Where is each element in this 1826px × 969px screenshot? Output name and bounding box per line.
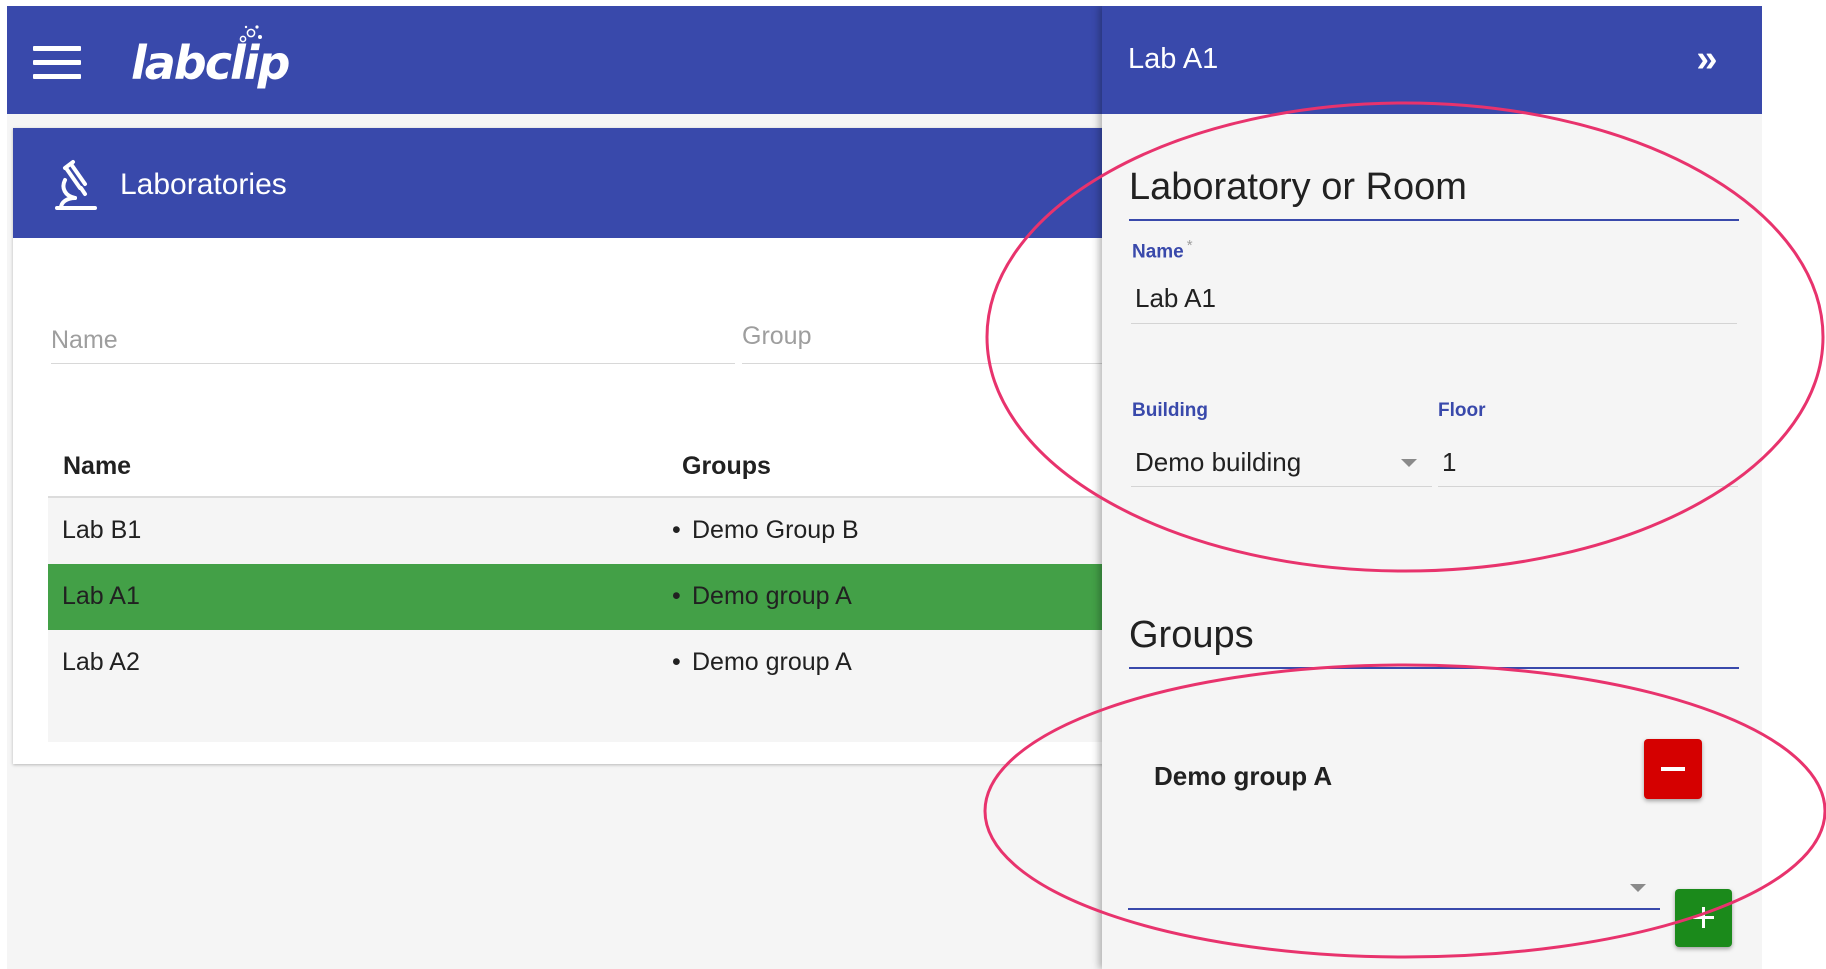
row-group: Demo Group B (672, 516, 859, 545)
app-window: labclip Laboratories Name Group Name Gro… (7, 6, 1762, 969)
group-item-name: Demo group A (1154, 761, 1333, 791)
required-mark: * (1186, 237, 1193, 254)
panel-header: Lab A1 » (1102, 6, 1762, 114)
group-filter[interactable] (742, 306, 1142, 364)
laboratories-card: Laboratories Name Groups Lab B1 Demo Gro… (13, 128, 1159, 764)
column-header-groups[interactable]: Groups (682, 452, 771, 481)
table-row-selected[interactable]: Lab A1 Demo group A (48, 564, 1159, 630)
collapse-panel-icon[interactable]: » (1682, 36, 1732, 82)
minus-icon (1661, 767, 1685, 771)
building-select[interactable]: Demo building (1131, 432, 1432, 487)
name-field-label: Name * (1132, 237, 1193, 263)
floor-field-label: Floor (1438, 400, 1486, 421)
section-title-groups: Groups (1129, 614, 1739, 669)
card-title: Laboratories (120, 168, 287, 201)
row-name: Lab A2 (62, 648, 140, 676)
remove-group-button[interactable] (1644, 739, 1702, 799)
name-field[interactable]: Lab A1 (1131, 270, 1737, 324)
hamburger-menu-icon[interactable] (33, 46, 81, 80)
row-group: Demo group A (672, 582, 852, 611)
floor-field[interactable]: 1 (1438, 432, 1738, 487)
group-filter-input[interactable] (742, 322, 1142, 351)
row-group: Demo group A (672, 648, 852, 677)
card-header: Laboratories (13, 128, 1153, 238)
panel-title: Lab A1 (1128, 43, 1219, 75)
column-header-name[interactable]: Name (63, 452, 131, 481)
table-row[interactable]: Lab B1 Demo Group B (48, 498, 1159, 564)
section-title-room: Laboratory or Room (1129, 166, 1739, 221)
logo-bubbles-icon (239, 25, 262, 43)
row-name: Lab B1 (62, 516, 142, 544)
table-header: Name Groups (48, 434, 1159, 498)
name-filter[interactable] (51, 306, 735, 364)
laboratories-table: Name Groups Lab B1 Demo Group B Lab A1 D… (48, 434, 1159, 742)
name-label-text: Name (1132, 241, 1184, 263)
dropdown-caret-icon (1401, 459, 1417, 467)
name-field-value: Lab A1 (1135, 283, 1216, 313)
add-group-button[interactable] (1675, 889, 1732, 947)
name-filter-input[interactable] (51, 326, 735, 355)
microscope-icon (55, 160, 97, 210)
floor-field-value: 1 (1442, 447, 1457, 477)
table-row[interactable]: Lab A2 Demo group A (48, 630, 1159, 696)
building-field-label: Building (1132, 400, 1208, 421)
add-group-select[interactable] (1128, 874, 1660, 910)
row-name: Lab A1 (62, 582, 140, 610)
building-select-value: Demo building (1135, 447, 1302, 477)
detail-side-panel: Lab A1 » Laboratory or Room Name * Lab A1… (1102, 6, 1762, 969)
dropdown-caret-icon (1630, 884, 1646, 892)
